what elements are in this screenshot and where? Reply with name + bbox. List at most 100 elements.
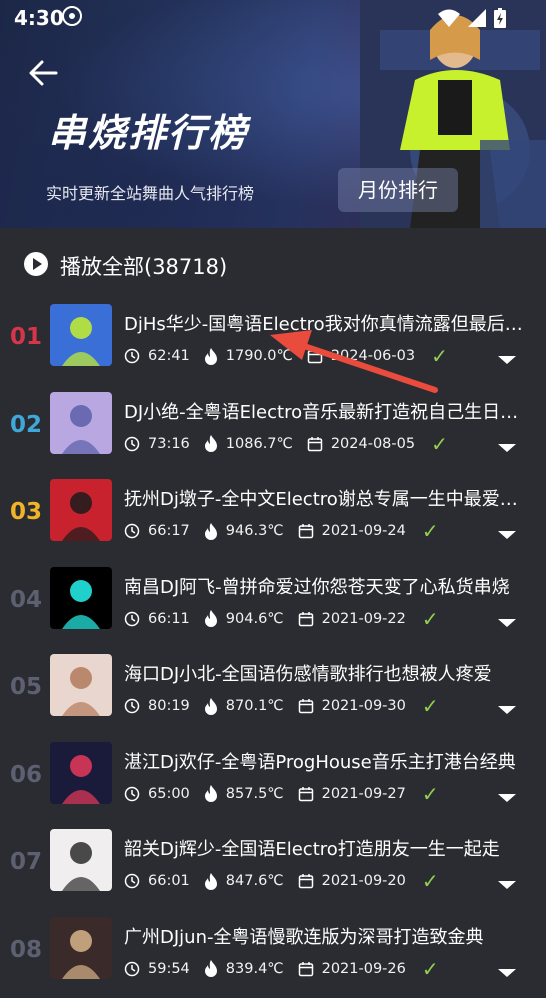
back-arrow-icon[interactable] xyxy=(26,56,60,90)
song-title[interactable]: DJ小绝-全粤语Electro音乐最新打造祝自己生日快乐 xyxy=(124,398,524,424)
flame-icon xyxy=(204,698,218,715)
rank-number: 07 xyxy=(10,849,42,875)
rank-number: 08 xyxy=(10,937,42,963)
flame-icon xyxy=(204,785,218,802)
song-heat: 1790.0℃ xyxy=(226,348,293,364)
flame-icon xyxy=(204,523,218,540)
song-meta: 65:00 857.5℃ 2021-09-27 ✓ xyxy=(124,784,439,804)
song-date: 2021-09-27 xyxy=(322,786,406,802)
calendar-icon xyxy=(298,611,314,627)
play-all-bar[interactable]: 播放全部(38718) xyxy=(0,228,546,298)
page-title: 串烧排行榜 xyxy=(48,102,248,157)
song-heat: 870.1℃ xyxy=(226,698,284,714)
song-title[interactable]: 韶关Dj辉少-全国语Electro打造朋友一生一起走 xyxy=(124,835,524,861)
song-duration: 73:16 xyxy=(148,436,190,452)
flame-icon xyxy=(204,610,218,627)
song-meta: 66:11 904.6℃ 2021-09-22 ✓ xyxy=(124,609,439,629)
song-heat: 946.3℃ xyxy=(226,523,284,539)
clock-icon xyxy=(124,523,140,539)
status-bar: 4:30 xyxy=(0,0,546,36)
chevron-down-icon[interactable] xyxy=(498,794,516,802)
play-circle-icon[interactable] xyxy=(24,252,48,276)
calendar-icon xyxy=(298,523,314,539)
checkmark-icon: ✓ xyxy=(422,519,439,543)
flame-icon xyxy=(204,873,218,890)
chevron-down-icon[interactable] xyxy=(498,356,516,364)
song-row[interactable]: 04 南昌DJ阿飞-曾拼命爱过你怨苍天变了心私货串烧 66:11 904.6℃ … xyxy=(0,561,546,649)
song-meta: 66:01 847.6℃ 2021-09-20 ✓ xyxy=(124,871,439,891)
song-row[interactable]: 02 DJ小绝-全粤语Electro音乐最新打造祝自己生日快乐 73:16 10… xyxy=(0,386,546,474)
song-date: 2021-09-30 xyxy=(322,698,406,714)
status-time: 4:30 xyxy=(14,6,64,30)
song-cover-image[interactable] xyxy=(50,479,112,541)
wifi-icon xyxy=(438,9,460,27)
song-cover-image[interactable] xyxy=(50,829,112,891)
page-subtitle: 实时更新全站舞曲人气排行榜 xyxy=(46,180,254,204)
clock-icon xyxy=(124,348,140,364)
song-cover-image[interactable] xyxy=(50,742,112,804)
rank-number: 01 xyxy=(10,324,42,350)
song-heat: 904.6℃ xyxy=(226,611,284,627)
calendar-icon xyxy=(298,873,314,889)
song-duration: 80:19 xyxy=(148,698,190,714)
battery-icon xyxy=(494,8,506,28)
song-cover-image[interactable] xyxy=(50,304,112,366)
song-meta: 59:54 839.4℃ 2021-09-26 ✓ xyxy=(124,959,439,979)
song-title[interactable]: DjHs华少-国粤语Electro我对你真情流露但最后… xyxy=(124,310,524,336)
clock-icon xyxy=(124,436,140,452)
song-meta: 73:16 1086.7℃ 2024-08-05 ✓ xyxy=(124,434,448,454)
chevron-down-icon[interactable] xyxy=(498,619,516,627)
rank-number: 04 xyxy=(10,587,42,613)
clock-icon xyxy=(124,873,140,889)
flame-icon xyxy=(204,435,218,452)
song-title[interactable]: 湛江Dj欢仔-全粤语ProgHouse音乐主打港台经典 xyxy=(124,748,524,774)
song-row[interactable]: 06 湛江Dj欢仔-全粤语ProgHouse音乐主打港台经典 65:00 857… xyxy=(0,736,546,824)
song-title[interactable]: 广州DJjun-全粤语慢歌连版为深哥打造致金典 xyxy=(124,923,524,949)
song-title[interactable]: 海口DJ小北-全国语伤感情歌排行也想被人疼爱 xyxy=(124,660,524,686)
rank-number: 02 xyxy=(10,412,42,438)
chevron-down-icon[interactable] xyxy=(498,706,516,714)
checkmark-icon: ✓ xyxy=(422,607,439,631)
song-date: 2024-06-03 xyxy=(331,348,415,364)
flame-icon xyxy=(204,348,218,365)
song-date: 2021-09-24 xyxy=(322,523,406,539)
checkmark-icon: ✓ xyxy=(431,432,448,456)
chevron-down-icon[interactable] xyxy=(498,969,516,977)
song-duration: 66:01 xyxy=(148,873,190,889)
song-row[interactable]: 07 韶关Dj辉少-全国语Electro打造朋友一生一起走 66:01 847.… xyxy=(0,823,546,911)
chevron-down-icon[interactable] xyxy=(498,444,516,452)
song-heat: 857.5℃ xyxy=(226,786,284,802)
chevron-down-icon[interactable] xyxy=(498,881,516,889)
calendar-icon xyxy=(307,348,323,364)
song-cover-image[interactable] xyxy=(50,392,112,454)
song-date: 2021-09-26 xyxy=(322,961,406,977)
song-duration: 59:54 xyxy=(148,961,190,977)
calendar-icon xyxy=(298,786,314,802)
flame-icon xyxy=(204,960,218,977)
song-row[interactable]: 03 抚州Dj墩子-全中文Electro谢总专属一生中最爱的人 66:17 94… xyxy=(0,473,546,561)
song-row[interactable]: 08 广州DJjun-全粤语慢歌连版为深哥打造致金典 59:54 839.4℃ … xyxy=(0,911,546,998)
rank-number: 06 xyxy=(10,762,42,788)
song-row[interactable]: 01 DjHs华少-国粤语Electro我对你真情流露但最后… 62:41 17… xyxy=(0,298,546,386)
monthly-ranking-button[interactable]: 月份排行 xyxy=(338,168,458,212)
checkmark-icon: ✓ xyxy=(422,694,439,718)
play-all-label[interactable]: 播放全部(38718) xyxy=(60,251,227,281)
song-heat: 1086.7℃ xyxy=(226,436,293,452)
song-title[interactable]: 抚州Dj墩子-全中文Electro谢总专属一生中最爱的人 xyxy=(124,485,524,511)
song-date: 2021-09-22 xyxy=(322,611,406,627)
song-heat: 839.4℃ xyxy=(226,961,284,977)
checkmark-icon: ✓ xyxy=(422,782,439,806)
song-cover-image[interactable] xyxy=(50,567,112,629)
calendar-icon xyxy=(298,698,314,714)
checkmark-icon: ✓ xyxy=(422,957,439,981)
song-row[interactable]: 05 海口DJ小北-全国语伤感情歌排行也想被人疼爱 80:19 870.1℃ 2… xyxy=(0,648,546,736)
song-title[interactable]: 南昌DJ阿飞-曾拼命爱过你怨苍天变了心私货串烧 xyxy=(124,573,524,599)
song-duration: 62:41 xyxy=(148,348,190,364)
song-list: 01 DjHs华少-国粤语Electro我对你真情流露但最后… 62:41 17… xyxy=(0,298,546,998)
clock-icon xyxy=(124,698,140,714)
song-cover-image[interactable] xyxy=(50,917,112,979)
song-cover-image[interactable] xyxy=(50,654,112,716)
calendar-icon xyxy=(298,961,314,977)
chevron-down-icon[interactable] xyxy=(498,531,516,539)
checkmark-icon: ✓ xyxy=(422,869,439,893)
